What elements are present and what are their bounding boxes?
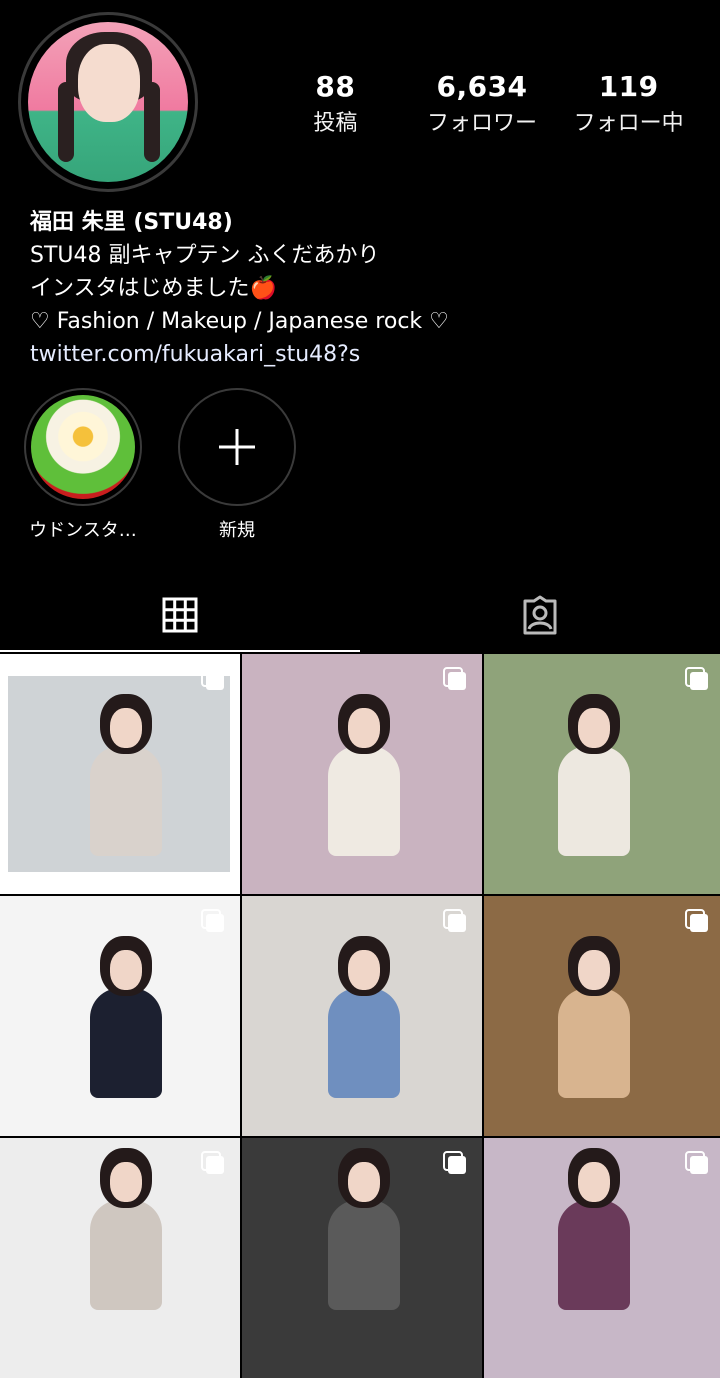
- grid-icon: [162, 597, 198, 633]
- post-thumbnail[interactable]: [0, 654, 240, 894]
- stat-followers-label: フォロワー: [427, 111, 538, 136]
- post-thumbnail[interactable]: [0, 1138, 240, 1378]
- stat-followers-count: 6,634: [436, 70, 528, 103]
- carousel-icon: [201, 1151, 224, 1174]
- carousel-icon: [201, 909, 224, 932]
- carousel-icon: [443, 1151, 466, 1174]
- post-thumbnail[interactable]: [242, 896, 482, 1136]
- post-thumbnail[interactable]: [484, 1138, 720, 1378]
- tab-tagged[interactable]: [360, 580, 720, 650]
- new-highlight-button[interactable]: 新規: [176, 388, 298, 542]
- post-thumbnail[interactable]: [0, 896, 240, 1136]
- stat-followers[interactable]: 6,634 フォロワー: [409, 70, 556, 137]
- post-grid: [0, 654, 720, 1378]
- carousel-icon: [443, 667, 466, 690]
- bio-line: STU48 副キャプテン ふくだあかり: [30, 243, 380, 268]
- profile-header: 88 投稿 6,634 フォロワー 119 フォロー中: [0, 0, 720, 210]
- post-thumbnail[interactable]: [242, 1138, 482, 1378]
- stat-posts[interactable]: 88 投稿: [262, 70, 409, 137]
- stat-following[interactable]: 119 フォロー中: [555, 70, 702, 137]
- plus-icon: [219, 429, 255, 465]
- post-thumbnail[interactable]: [242, 654, 482, 894]
- carousel-icon: [685, 1151, 708, 1174]
- stat-posts-count: 88: [315, 70, 356, 103]
- profile-avatar[interactable]: [18, 12, 198, 192]
- profile-tabs: [0, 580, 720, 652]
- carousel-icon: [685, 667, 708, 690]
- post-thumbnail[interactable]: [484, 896, 720, 1136]
- stat-following-label: フォロー中: [573, 111, 684, 136]
- carousel-icon: [443, 909, 466, 932]
- highlight-image: [31, 395, 135, 499]
- bio-line: ♡ Fashion / Makeup / Japanese rock ♡: [30, 309, 449, 334]
- stat-following-count: 119: [598, 70, 659, 103]
- tagged-person-icon: [523, 595, 557, 635]
- profile-name: 福田 朱里 (STU48): [30, 210, 233, 235]
- tab-posts-grid[interactable]: [0, 580, 360, 652]
- highlight-item[interactable]: ウドンスタ…: [22, 388, 144, 542]
- post-thumbnail[interactable]: [484, 654, 720, 894]
- avatar-image: [28, 22, 188, 182]
- bio-line: インスタはじめました🍎: [30, 276, 277, 301]
- highlight-cover: [24, 388, 142, 506]
- story-highlights: ウドンスタ… 新規: [22, 388, 298, 542]
- profile-stats: 88 投稿 6,634 フォロワー 119 フォロー中: [262, 70, 702, 137]
- profile-bio: 福田 朱里 (STU48) STU48 副キャプテン ふくだあかり インスタはじ…: [30, 206, 710, 371]
- new-highlight-label: 新規: [219, 520, 255, 541]
- stat-posts-label: 投稿: [313, 111, 358, 136]
- new-highlight-circle: [178, 388, 296, 506]
- highlight-label: ウドンスタ…: [29, 520, 137, 541]
- carousel-icon: [201, 667, 224, 690]
- bio-link[interactable]: twitter.com/fukuakari_stu48?s: [30, 338, 710, 371]
- carousel-icon: [685, 909, 708, 932]
